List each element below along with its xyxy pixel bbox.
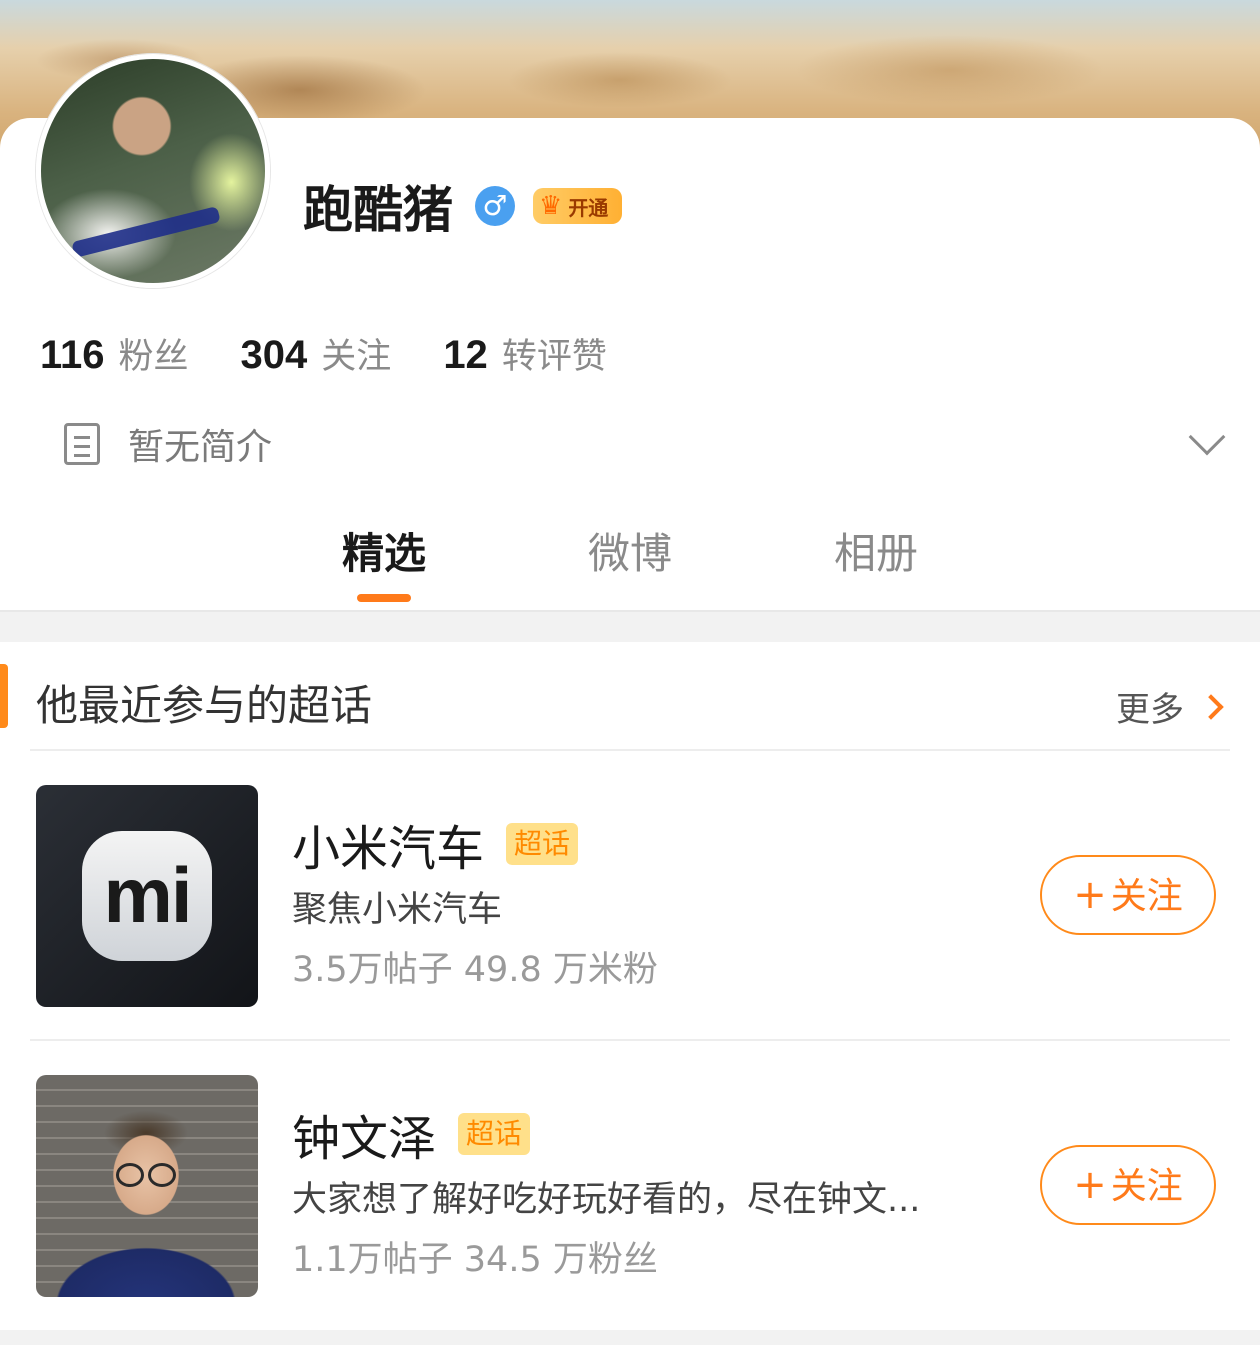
chevron-right-icon xyxy=(1198,693,1224,720)
supertopic-section: 他最近参与的超话 更多 mi 小米汽车 超话 聚焦小米汽车 3.5万帖子 49.… xyxy=(0,642,1260,1330)
active-tab-indicator xyxy=(357,594,411,602)
avatar-detail xyxy=(71,206,221,258)
tab-featured[interactable]: 精选 xyxy=(304,520,464,581)
list-item[interactable]: 钟文泽 超话 大家想了解好吃好玩好看的，尽在钟文... 1.1万帖子 34.5 … xyxy=(0,1075,1260,1297)
divider xyxy=(0,610,1260,612)
stat-label: 关注 xyxy=(321,337,392,377)
stat-label: 粉丝 xyxy=(118,337,189,377)
bio-text: 暂无简介 xyxy=(128,427,273,468)
tab-album[interactable]: 相册 xyxy=(796,520,956,581)
profile-name: 跑酷猪 xyxy=(303,181,453,239)
stat-number: 116 xyxy=(40,333,105,377)
topic-description: 大家想了解好吃好玩好看的，尽在钟文... xyxy=(292,1180,921,1220)
section-title: 他最近参与的超话 xyxy=(36,681,373,730)
stat-label: 转评赞 xyxy=(501,337,607,377)
male-gender-icon: ♂ xyxy=(475,186,515,226)
stat-number: 12 xyxy=(443,333,488,377)
follow-label: 关注 xyxy=(1110,1166,1183,1207)
crown-icon: ♛ xyxy=(539,191,563,221)
list-item[interactable]: mi 小米汽车 超话 聚焦小米汽车 3.5万帖子 49.8 万米粉 + 关注 xyxy=(0,785,1260,1007)
divider xyxy=(30,749,1230,751)
avatar[interactable] xyxy=(36,54,270,288)
more-link[interactable]: 更多 xyxy=(1116,682,1224,731)
section-accent-bar xyxy=(0,664,8,728)
glasses-detail xyxy=(116,1163,176,1187)
topic-title: 钟文泽 xyxy=(292,1111,437,1167)
topic-thumbnail: mi xyxy=(36,785,258,1007)
stat-followers[interactable]: 116 粉丝 xyxy=(40,328,189,379)
name-row: 跑酷猪 ♂ ♛ 开通 xyxy=(303,170,623,242)
supertopic-badge: 超话 xyxy=(506,823,579,865)
stat-following[interactable]: 304 关注 xyxy=(241,328,392,379)
bio-row[interactable]: 暂无简介 xyxy=(64,416,1226,472)
divider xyxy=(30,1039,1230,1041)
topic-title: 小米汽车 xyxy=(292,821,485,877)
profile-tabs: 精选 微博 相册 xyxy=(0,520,1260,610)
item-title-row: 钟文泽 超话 xyxy=(292,1099,531,1169)
chevron-down-icon[interactable] xyxy=(1188,418,1226,456)
xiaomi-logo: mi xyxy=(82,831,212,961)
stat-interactions[interactable]: 12 转评赞 xyxy=(443,328,607,379)
follow-button[interactable]: + 关注 xyxy=(1040,1145,1216,1225)
stat-number: 304 xyxy=(240,333,308,377)
vip-open-button[interactable]: ♛ 开通 xyxy=(533,188,623,224)
plus-icon: + xyxy=(1073,1162,1107,1208)
plus-icon: + xyxy=(1073,872,1107,918)
topic-meta: 1.1万帖子 34.5 万粉丝 xyxy=(292,1240,658,1280)
topic-description: 聚焦小米汽车 xyxy=(292,890,503,930)
more-label: 更多 xyxy=(1116,690,1184,730)
supertopic-badge: 超话 xyxy=(458,1113,531,1155)
vip-open-label: 开通 xyxy=(568,195,609,220)
document-icon xyxy=(64,423,100,465)
tab-weibo[interactable]: 微博 xyxy=(550,520,710,581)
follow-button[interactable]: + 关注 xyxy=(1040,855,1216,935)
item-title-row: 小米汽车 超话 xyxy=(292,809,579,879)
profile-stats: 116 粉丝 304 关注 12 转评赞 xyxy=(40,328,659,379)
topic-meta: 3.5万帖子 49.8 万米粉 xyxy=(292,950,658,990)
follow-label: 关注 xyxy=(1110,876,1183,917)
topic-thumbnail xyxy=(36,1075,258,1297)
